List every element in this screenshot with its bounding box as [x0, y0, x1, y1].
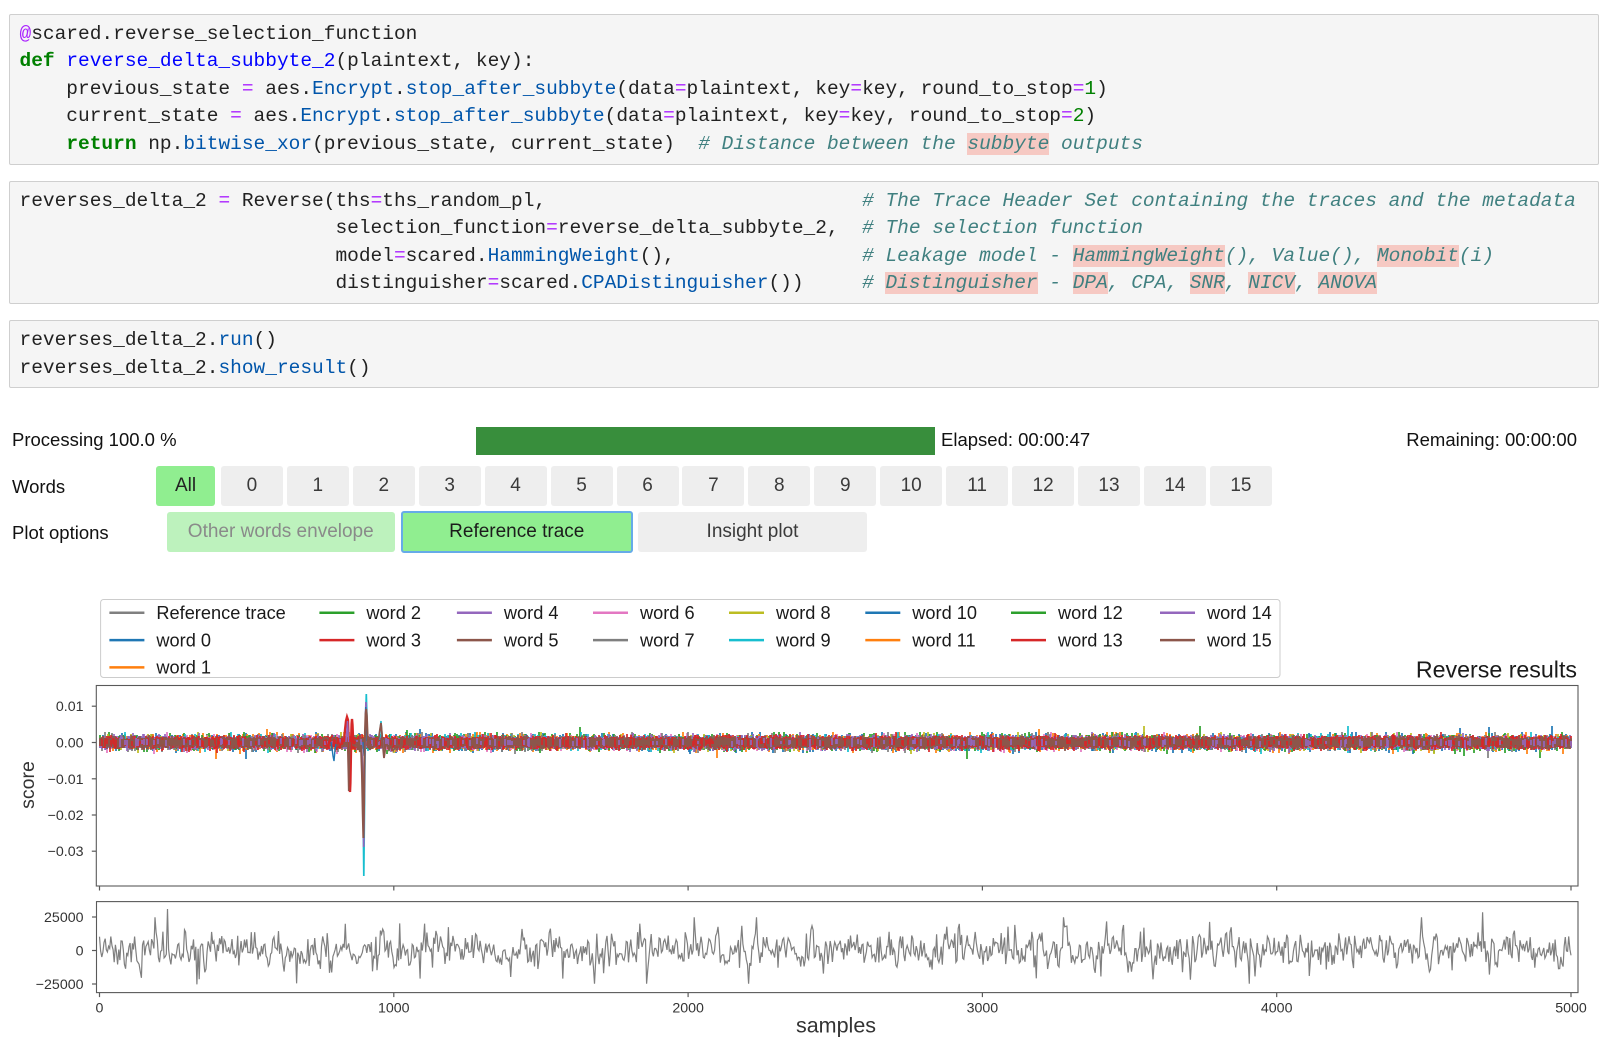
svg-text:−0.03: −0.03 [48, 844, 84, 860]
svg-text:word 7: word 7 [639, 630, 695, 650]
svg-text:word 0: word 0 [155, 630, 211, 650]
svg-text:5000: 5000 [1555, 1001, 1587, 1017]
svg-text:word 6: word 6 [639, 603, 695, 623]
svg-text:4000: 4000 [1261, 1001, 1293, 1017]
svg-text:0: 0 [76, 944, 84, 960]
svg-text:−0.01: −0.01 [48, 772, 84, 788]
svg-text:word 2: word 2 [365, 603, 421, 623]
svg-text:word 3: word 3 [365, 630, 421, 650]
svg-text:word 10: word 10 [911, 603, 977, 623]
svg-text:2000: 2000 [672, 1001, 704, 1017]
svg-text:0.00: 0.00 [56, 736, 84, 752]
svg-text:word 11: word 11 [911, 630, 975, 650]
svg-text:Reference trace: Reference trace [156, 603, 285, 623]
svg-text:word 15: word 15 [1206, 630, 1272, 650]
svg-text:−25000: −25000 [36, 977, 84, 993]
svg-text:25000: 25000 [44, 910, 84, 926]
svg-text:word 13: word 13 [1057, 630, 1123, 650]
svg-text:1000: 1000 [378, 1001, 410, 1017]
svg-text:0: 0 [96, 1001, 104, 1017]
svg-text:word 1: word 1 [155, 658, 211, 678]
svg-text:−0.02: −0.02 [48, 808, 84, 824]
svg-text:0.01: 0.01 [56, 699, 84, 715]
svg-text:word 12: word 12 [1057, 603, 1123, 623]
svg-text:word 14: word 14 [1206, 603, 1272, 623]
svg-text:3000: 3000 [967, 1001, 999, 1017]
svg-text:word 5: word 5 [503, 630, 559, 650]
svg-text:word 4: word 4 [503, 603, 559, 623]
svg-text:samples: samples [796, 1014, 876, 1038]
svg-text:word 9: word 9 [775, 630, 831, 650]
svg-text:Reverse results: Reverse results [1416, 657, 1577, 683]
svg-text:word 8: word 8 [775, 603, 831, 623]
svg-text:score: score [17, 761, 39, 809]
